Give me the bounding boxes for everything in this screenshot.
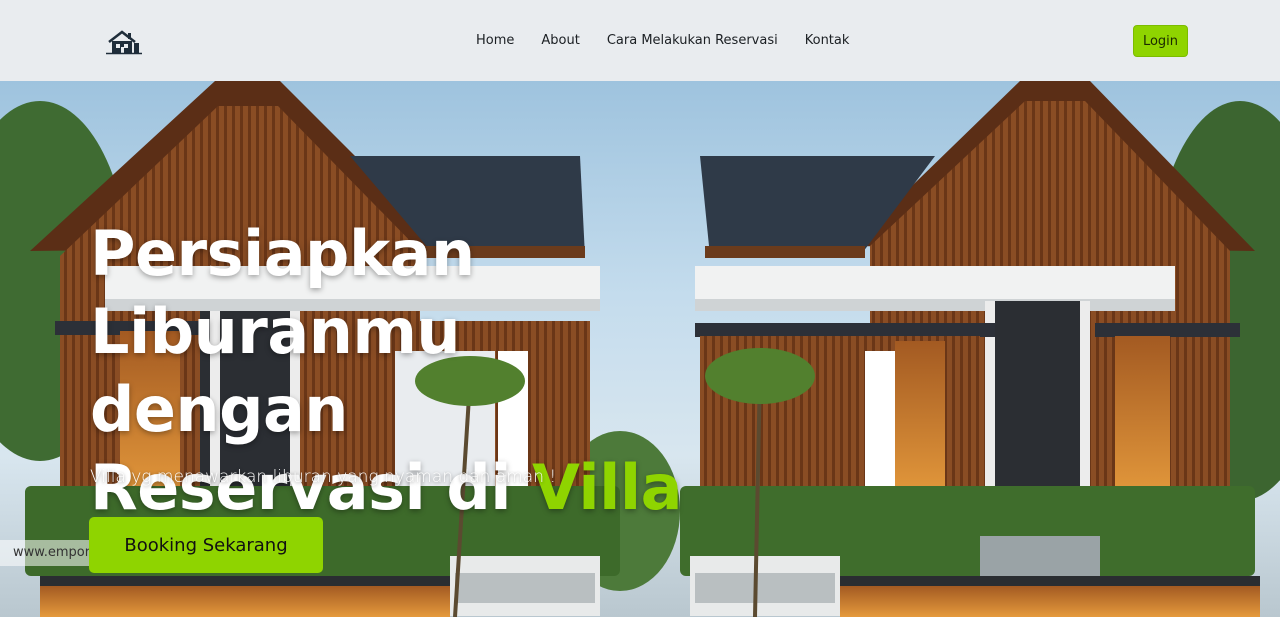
login-button[interactable]: Login (1133, 25, 1188, 57)
nav-link-kontak[interactable]: Kontak (805, 32, 850, 50)
hero-subtitle: Villa yg menawarkan liburan yang nyaman … (90, 467, 557, 487)
hero-title-line3: Reservasi di (90, 451, 533, 524)
hero-title-accent: Villa (532, 451, 683, 524)
navbar: Home About Cara Melakukan Reservasi Kont… (0, 0, 1280, 81)
watermark-text: www.empor (0, 540, 90, 566)
hero-title-line1: Persiapkan (90, 217, 475, 290)
hero-title-line2: Liburanmu dengan (90, 295, 461, 446)
nav-link-home[interactable]: Home (476, 32, 514, 50)
booking-button[interactable]: Booking Sekarang (89, 517, 323, 573)
house-icon[interactable] (106, 29, 142, 55)
nav-link-cara-reservasi[interactable]: Cara Melakukan Reservasi (607, 32, 778, 50)
nav-link-about[interactable]: About (541, 32, 579, 50)
nav-menu: Home About Cara Melakukan Reservasi Kont… (476, 32, 849, 50)
hero-section: Persiapkan Liburanmu dengan Reservasi di… (0, 81, 1280, 617)
